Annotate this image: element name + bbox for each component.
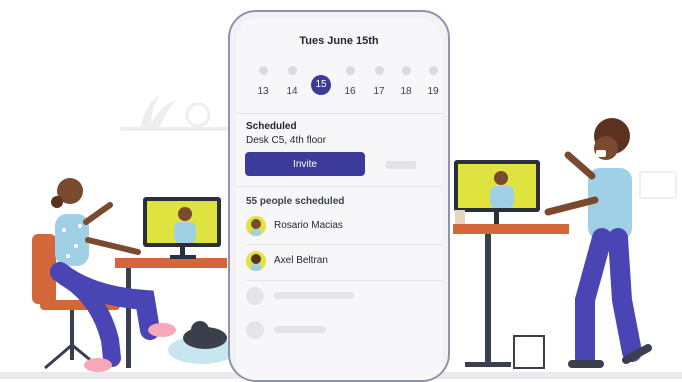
- day-number: 15: [311, 75, 331, 95]
- avatar: [246, 251, 266, 271]
- placeholder-row: [246, 321, 436, 341]
- day-19[interactable]: 19: [420, 66, 446, 104]
- day-number: 18: [400, 86, 412, 97]
- placeholder-line: [274, 292, 354, 299]
- divider: [236, 186, 442, 187]
- day-dot: [374, 66, 384, 75]
- invite-button[interactable]: Invite: [245, 152, 365, 176]
- cup: [455, 210, 465, 224]
- placeholder-avatar: [246, 287, 264, 305]
- day-16[interactable]: 16: [337, 66, 363, 104]
- divider: [246, 280, 442, 281]
- placeholder-row: [246, 287, 436, 307]
- desk-location: Desk C5, 4th floor: [246, 135, 327, 146]
- left-desk: [115, 258, 227, 268]
- people-count: 55 people scheduled: [246, 196, 345, 207]
- day-number: 14: [286, 86, 298, 97]
- trash-bin: [513, 335, 545, 369]
- day-number: 19: [427, 86, 439, 97]
- day-13[interactable]: 13: [250, 66, 276, 104]
- divider: [236, 113, 442, 114]
- day-15-selected[interactable]: 15: [308, 66, 334, 104]
- list-item-person[interactable]: Axel Beltran: [246, 249, 436, 275]
- day-number: 17: [373, 86, 385, 97]
- phone-frame: Tues June 15th 13 14 15 16 17 18 19 Sche…: [228, 10, 450, 382]
- day-picker: 13 14 15 16 17 18 19: [250, 66, 439, 106]
- date-title: Tues June 15th: [299, 35, 379, 47]
- scheduled-label: Scheduled: [246, 121, 297, 132]
- day-14[interactable]: 14: [279, 66, 305, 104]
- divider: [246, 244, 442, 245]
- placeholder-line: [274, 326, 326, 333]
- person-name: Rosario Macias: [274, 220, 343, 231]
- day-dot: [258, 66, 268, 75]
- right-desk: [453, 224, 569, 234]
- day-17[interactable]: 17: [366, 66, 392, 104]
- list-item-person[interactable]: Rosario Macias: [246, 214, 436, 240]
- day-number: 16: [344, 86, 356, 97]
- avatar: [246, 216, 266, 236]
- phone-screen: Tues June 15th 13 14 15 16 17 18 19 Sche…: [236, 18, 442, 380]
- placeholder-avatar: [246, 321, 264, 339]
- person-avatar-icon: [251, 254, 261, 271]
- day-dot: [401, 66, 411, 75]
- day-18[interactable]: 18: [393, 66, 419, 104]
- day-dot: [287, 66, 297, 75]
- day-number: 13: [257, 86, 269, 97]
- placeholder-bar: [386, 161, 416, 169]
- day-dot: [345, 66, 355, 75]
- person-name: Axel Beltran: [274, 255, 328, 266]
- person-avatar-icon: [251, 219, 261, 236]
- day-dot: [428, 66, 438, 75]
